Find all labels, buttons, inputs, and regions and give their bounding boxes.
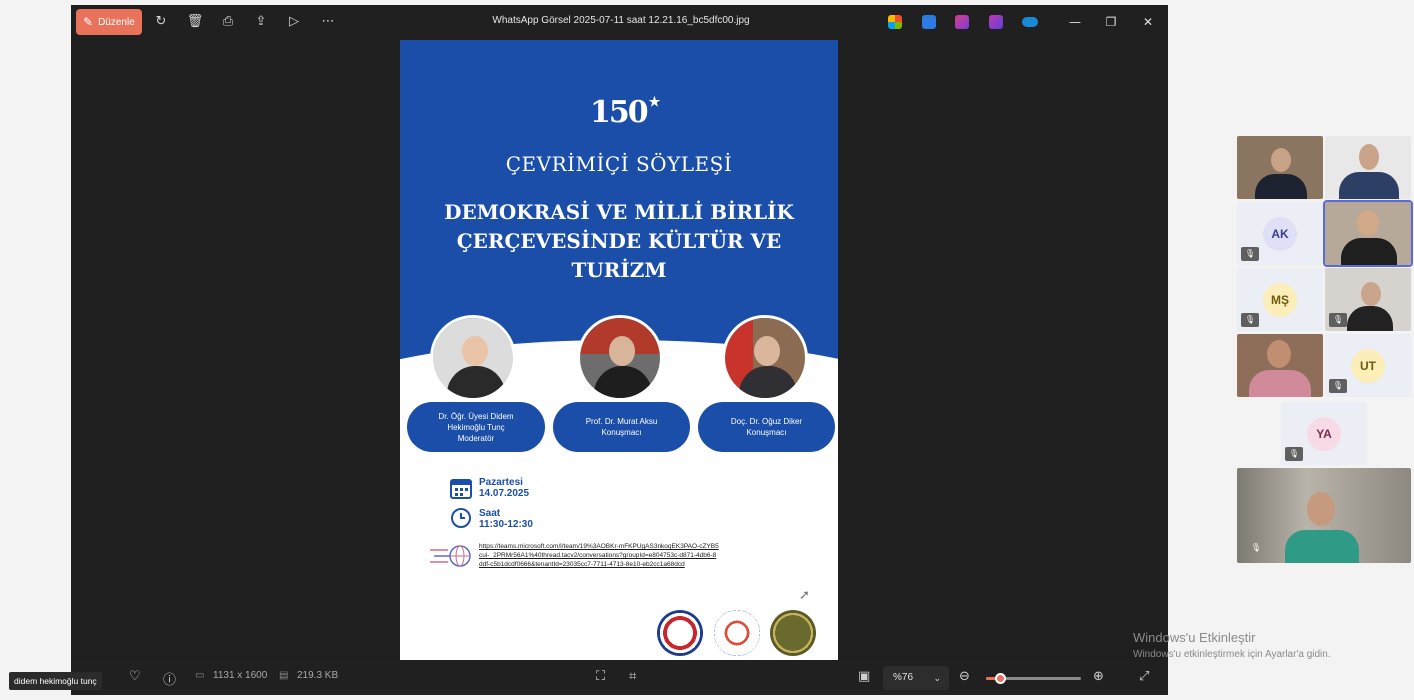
viewer-bottom-bar: ♡ ⓘ ▭ 1131 x 1600 ▤ 219.3 KB ⛶ ⌗ ▣ %76 ⌄… (71, 661, 1168, 695)
mic-muted-icon: 🎙 (1241, 247, 1259, 261)
mic-muted-icon: 🎙 (1241, 313, 1259, 327)
avatar: UT (1351, 349, 1385, 383)
zoom-dropdown[interactable]: %76 ⌄ (883, 666, 949, 690)
fit-screen-icon[interactable]: ▣ (858, 669, 870, 684)
event-poster: 150 ★ ÇEVRİMİÇİ SÖYLEŞİ DEMOKRASİ VE MİLL… (400, 40, 838, 660)
event-date: Pazartesi 14.07.2025 (479, 477, 530, 499)
minimize-icon[interactable]: — (1066, 13, 1084, 31)
event-time: Saat 11:30-12:30 (479, 508, 533, 530)
designer-icon[interactable] (922, 15, 936, 29)
filesize-icon: ▤ (279, 670, 289, 681)
print-icon[interactable]: ⎙ (219, 13, 237, 31)
activation-watermark-title: Windows'u Etkinleştir (1133, 630, 1256, 645)
university-logo-3 (770, 610, 816, 656)
dimensions-icon: ▭ (195, 670, 205, 681)
file-title: WhatsApp Görsel 2025-07-11 saat 12.21.16… (492, 15, 750, 26)
favorite-icon[interactable]: ♡ (129, 669, 141, 684)
university-logo-1 (657, 610, 703, 656)
participant-video-active-speaker[interactable] (1323, 200, 1413, 267)
calendar-icon (450, 479, 472, 499)
edit-button[interactable]: ✎ Düzenle (76, 9, 142, 35)
presenter-name-tag: didem hekimoğlu tunç (9, 672, 102, 690)
delete-icon[interactable]: 🗑 (186, 13, 204, 31)
share-icon[interactable]: ⇪ (252, 13, 270, 31)
avatar: YA (1307, 417, 1341, 451)
onedrive-icon[interactable] (1022, 17, 1038, 27)
activation-watermark-text: Windows'u etkinleştirmek için Ayarlar'a … (1133, 649, 1331, 660)
speaker-photo-2 (577, 315, 663, 401)
university-logo-2 (714, 610, 760, 656)
globe-link-icon (430, 545, 471, 567)
speaker-photo-3 (722, 315, 808, 401)
close-icon[interactable]: ✕ (1139, 13, 1157, 31)
participant-tile-ak[interactable]: AK 🎙 (1237, 202, 1323, 265)
speaker-pill-3: Doç. Dr. Oğuz Diker Konuşmacı (698, 402, 835, 452)
info-icon[interactable]: ⓘ (163, 669, 176, 688)
restore-icon[interactable]: ❐ (1102, 13, 1120, 31)
star-icon: ★ (648, 95, 661, 110)
participant-video-1[interactable] (1237, 136, 1323, 199)
more-options-icon[interactable]: ⋯ (319, 13, 337, 31)
mouse-cursor-icon: ➚ (799, 588, 810, 603)
viewer-titlebar: ✎ Düzenle ↻ 🗑 ⎙ ⇪ ▷ ⋯ WhatsApp Görsel 20… (71, 5, 1168, 39)
photo-viewer-window: ✎ Düzenle ↻ 🗑 ⎙ ⇪ ▷ ⋯ WhatsApp Görsel 20… (71, 5, 1168, 695)
fullscreen-icon[interactable]: ⤢ (1139, 669, 1149, 684)
mic-muted-icon: 🎙 (1285, 447, 1303, 461)
participant-video-3[interactable]: 🎙 (1325, 268, 1411, 331)
participant-video-2[interactable] (1325, 136, 1411, 199)
clipchamp-icon[interactable] (955, 15, 969, 29)
file-size: 219.3 KB (297, 670, 339, 681)
zoom-slider[interactable] (986, 673, 1081, 684)
speaker-photo-1 (430, 315, 516, 401)
slideshow-icon[interactable]: ▷ (285, 13, 303, 31)
image-dimensions: 1131 x 1600 (213, 670, 268, 681)
speaker-pill-1: Dr. Öğr. Üyesi Didem Hekimoğlu Tunç Mode… (407, 402, 545, 452)
poster-title: DEMOKRASİ VE MİLLİ BİRLİK ÇERÇEVESİNDE K… (444, 200, 794, 282)
mic-muted-icon: 🎙 (1329, 379, 1347, 393)
speaker-pill-2: Prof. Dr. Murat Aksu Konuşmacı (553, 402, 690, 452)
edit-icon: ✎ (83, 15, 94, 29)
avatar: MŞ (1263, 283, 1297, 317)
participant-tile-ya[interactable]: YA 🎙 (1281, 402, 1367, 465)
participant-video-4[interactable] (1237, 334, 1323, 397)
participant-tile-ms[interactable]: MŞ 🎙 (1237, 268, 1323, 331)
mic-muted-icon: 🎙 (1329, 313, 1347, 327)
mic-muted-icon: 🎙 (1250, 543, 1262, 552)
participant-tile-ut[interactable]: UT 🎙 (1325, 334, 1411, 397)
rotate-icon[interactable]: ↻ (152, 13, 170, 31)
edit-button-label: Düzenle (98, 16, 135, 28)
avatar: AK (1263, 217, 1297, 251)
poster-subtitle: ÇEVRİMİÇİ SÖYLEŞİ (505, 152, 733, 176)
ocr-icon[interactable]: ⌗ (629, 669, 636, 684)
zoom-out-icon[interactable]: ⊖ (959, 669, 970, 684)
clock-icon (451, 508, 471, 528)
crop-icon[interactable]: ⛶ (596, 669, 605, 684)
copilot-icon[interactable] (888, 15, 902, 29)
anniversary-logo: 150 ★ (590, 95, 661, 130)
teams-meeting-link[interactable]: https://teams.microsoft.com/l/team/19%3A… (479, 542, 719, 569)
zoom-slider-thumb[interactable] (995, 673, 1007, 684)
zoom-in-icon[interactable]: ⊕ (1093, 669, 1104, 684)
chevron-down-icon: ⌄ (933, 673, 941, 683)
presenter-video[interactable]: 🎙 (1237, 468, 1411, 563)
image-canvas[interactable]: 150 ★ ÇEVRİMİÇİ SÖYLEŞİ DEMOKRASİ VE MİLL… (71, 39, 1168, 661)
photos-app-icon[interactable] (989, 15, 1003, 29)
